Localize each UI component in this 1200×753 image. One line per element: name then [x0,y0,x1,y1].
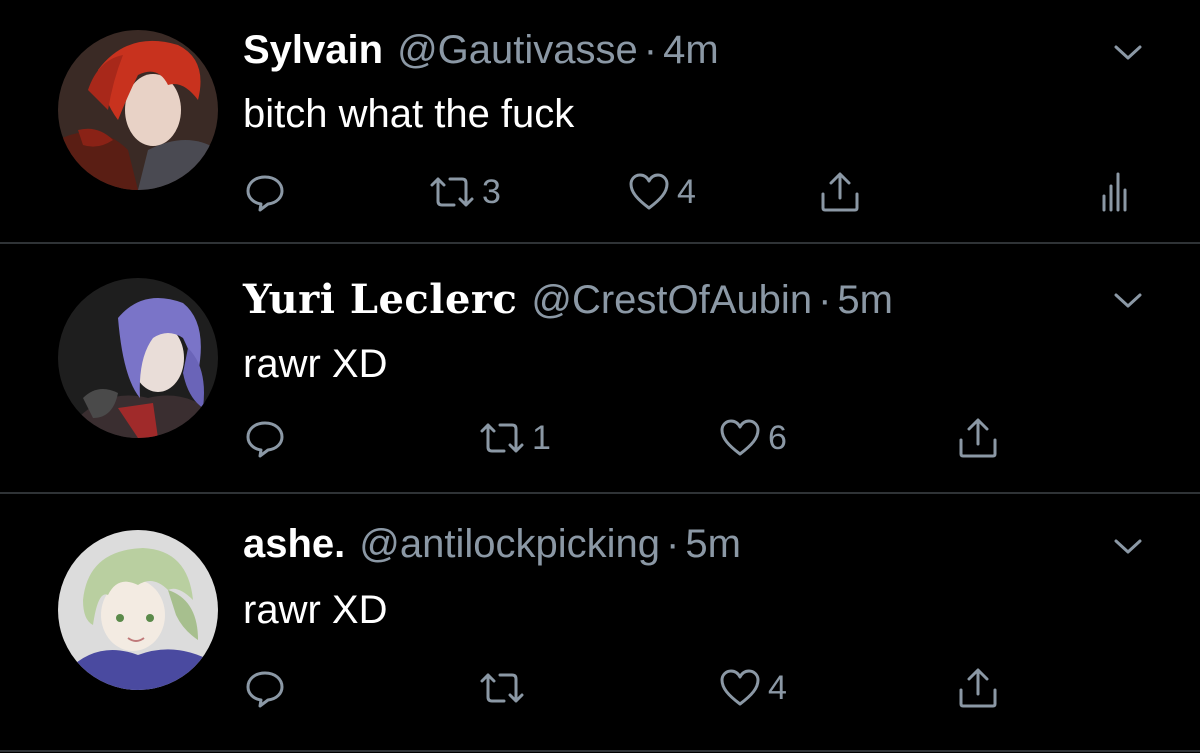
display-name[interactable]: Yuri Leclerc [243,276,517,323]
retweet-icon [478,667,526,709]
reply-icon [244,171,286,213]
reply-button[interactable] [244,664,286,712]
like-count: 4 [677,173,696,211]
separator-dot: · [818,278,832,322]
divider [0,750,1200,752]
tweet[interactable]: ashe. @antilockpicking · 5m rawr XD 4 [0,494,1200,753]
chevron-down-icon[interactable] [1110,34,1146,70]
share-button[interactable] [956,414,1000,462]
separator-dot: · [666,522,680,566]
heart-icon [627,171,671,213]
chevron-down-icon[interactable] [1110,282,1146,318]
tweet[interactable]: Sylvain @Gautivasse · 4m bitch what the fuc… [0,0,1200,244]
analytics-icon [1100,172,1130,212]
share-icon [818,170,862,214]
share-button[interactable] [956,664,1000,712]
user-handle[interactable]: @Gautivasse [397,28,638,72]
analytics-button[interactable] [1100,168,1130,216]
reply-icon [244,417,286,459]
tweet[interactable]: Yuri Leclerc @CrestOfAubin · 5m rawr XD 1 6 [0,244,1200,494]
chevron-down-icon[interactable] [1110,528,1146,564]
share-icon [956,666,1000,710]
display-name[interactable]: Sylvain [243,28,383,72]
user-handle[interactable]: @CrestOfAubin [531,278,812,322]
reply-button[interactable] [244,168,286,216]
like-button[interactable]: 4 [627,168,696,216]
reply-button[interactable] [244,414,286,462]
share-icon [956,416,1000,460]
separator-dot: · [643,28,658,72]
like-button[interactable]: 6 [718,414,787,462]
retweet-count: 3 [482,173,501,211]
timestamp[interactable]: 5m [837,278,893,322]
like-count: 6 [768,419,787,457]
like-button[interactable]: 4 [718,664,787,712]
retweet-button[interactable]: 3 [428,168,501,216]
avatar[interactable] [58,278,218,438]
user-handle[interactable]: @antilockpicking [359,522,660,566]
share-button[interactable] [818,168,862,216]
timestamp[interactable]: 4m [663,28,719,72]
retweet-count: 1 [532,419,551,457]
reply-icon [244,667,286,709]
tweet-text: rawr XD [243,342,388,386]
retweet-icon [478,417,526,459]
retweet-button[interactable] [478,664,532,712]
retweet-icon [428,171,476,213]
retweet-button[interactable]: 1 [478,414,551,462]
heart-icon [718,417,762,459]
heart-icon [718,667,762,709]
tweet-text: rawr XD [243,588,388,632]
tweet-text: bitch what the fuck [243,92,575,136]
timestamp[interactable]: 5m [685,522,741,566]
avatar[interactable] [58,30,218,190]
display-name[interactable]: ashe. [243,522,345,566]
avatar[interactable] [58,530,218,690]
like-count: 4 [768,669,787,707]
